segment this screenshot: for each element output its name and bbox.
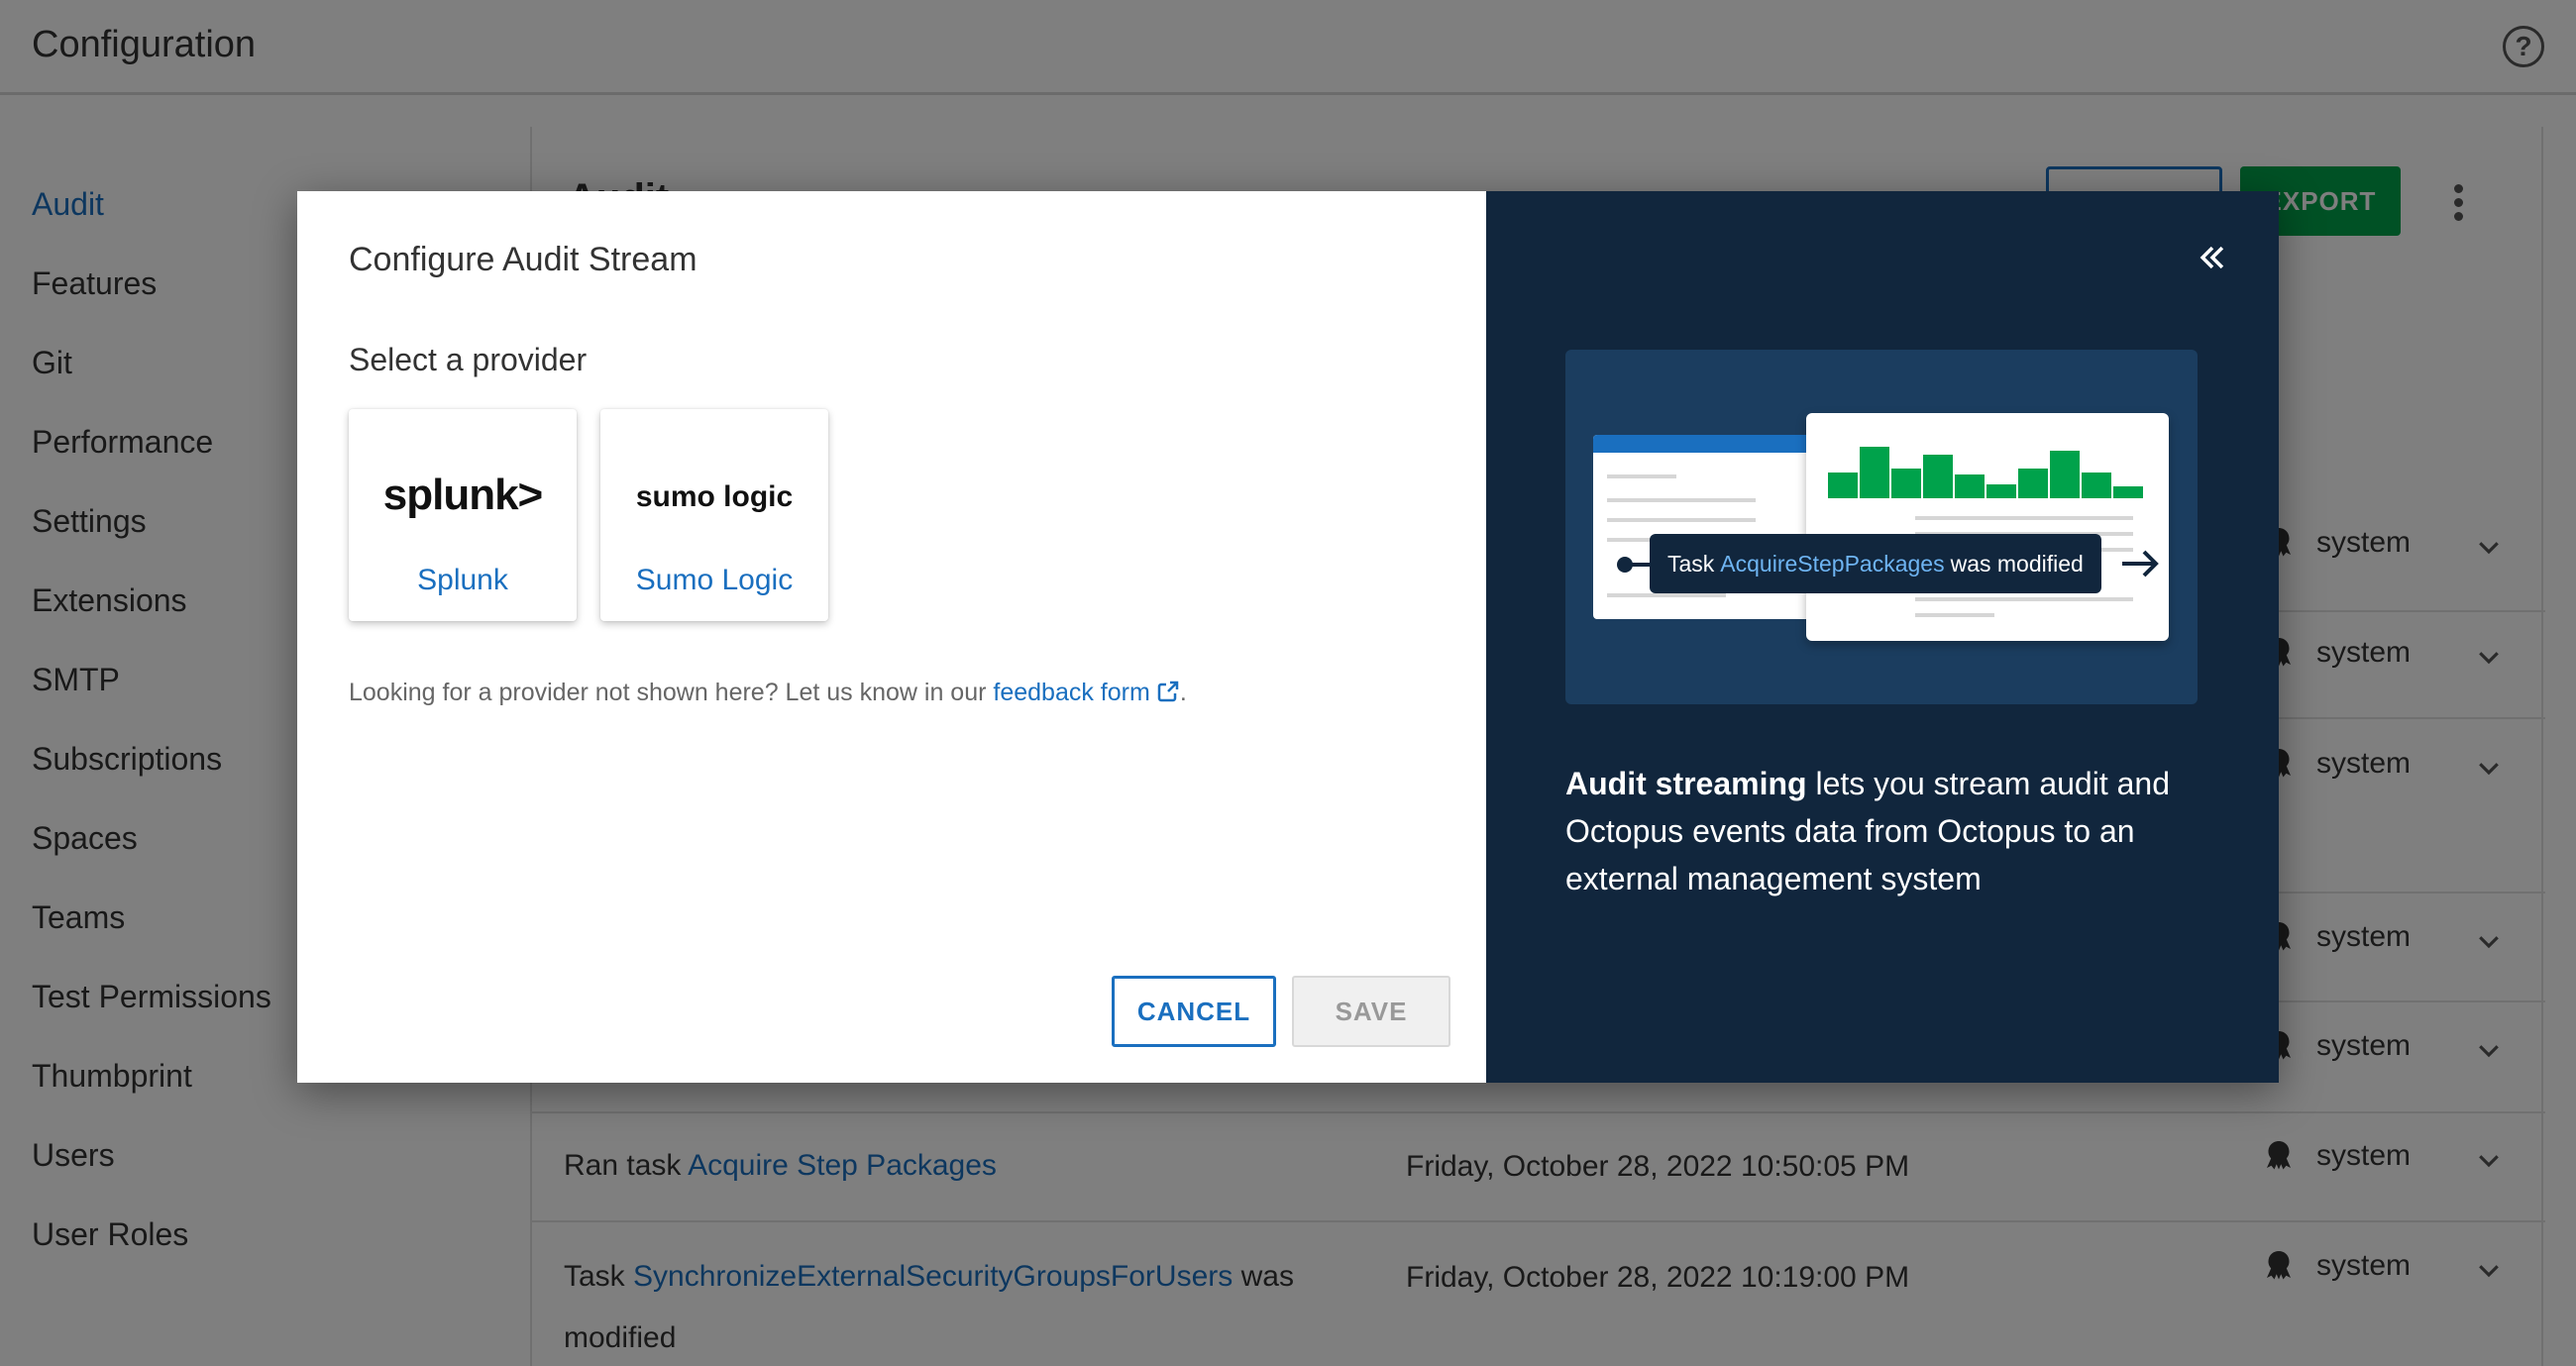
provider-label-sumo-logic: Sumo Logic	[635, 564, 794, 596]
dialog-main-panel: Configure Audit Stream Select a provider…	[297, 191, 1486, 1083]
provider-card-sumo-logic[interactable]: sumo logic Sumo Logic	[600, 409, 828, 621]
dialog-info-panel: Task AcquireStepPackages was modified Au…	[1486, 191, 2279, 1083]
save-button[interactable]: SAVE	[1292, 976, 1450, 1047]
splunk-logo: splunk>	[382, 471, 544, 519]
tooltip-link: AcquireStepPackages	[1720, 550, 1945, 577]
chevron-double-left-icon[interactable]	[2196, 241, 2229, 274]
feedback-form-link[interactable]: feedback form	[993, 679, 1149, 706]
sumo-logic-logo: sumo logic	[635, 480, 794, 513]
help-prefix: Looking for a provider not shown here? L…	[349, 679, 994, 706]
cancel-button[interactable]: CANCEL	[1112, 976, 1276, 1047]
illustration-tooltip: Task AcquireStepPackages was modified	[1650, 534, 2101, 593]
tooltip-prefix: Task	[1667, 550, 1715, 577]
illustration-mock-chart	[1806, 413, 2169, 641]
audit-stream-illustration: Task AcquireStepPackages was modified	[1565, 350, 2198, 704]
provider-label-splunk: Splunk	[417, 564, 508, 596]
external-link-icon[interactable]	[1156, 680, 1180, 703]
dialog-title: Configure Audit Stream	[349, 241, 698, 278]
audit-streaming-description: Audit streaming lets you stream audit an…	[1565, 760, 2219, 902]
help-suffix: .	[1179, 679, 1187, 706]
provider-card-splunk[interactable]: splunk> Splunk	[349, 409, 577, 621]
description-bold: Audit streaming	[1565, 766, 1807, 801]
connector-line	[1631, 563, 1651, 567]
tooltip-suffix: was modified	[1950, 550, 2084, 577]
dialog-subtitle: Select a provider	[349, 342, 588, 377]
provider-help-text: Looking for a provider not shown here? L…	[349, 679, 1187, 707]
configure-audit-stream-dialog: Configure Audit Stream Select a provider…	[297, 191, 2279, 1083]
arrow-right-icon	[2122, 550, 2159, 578]
